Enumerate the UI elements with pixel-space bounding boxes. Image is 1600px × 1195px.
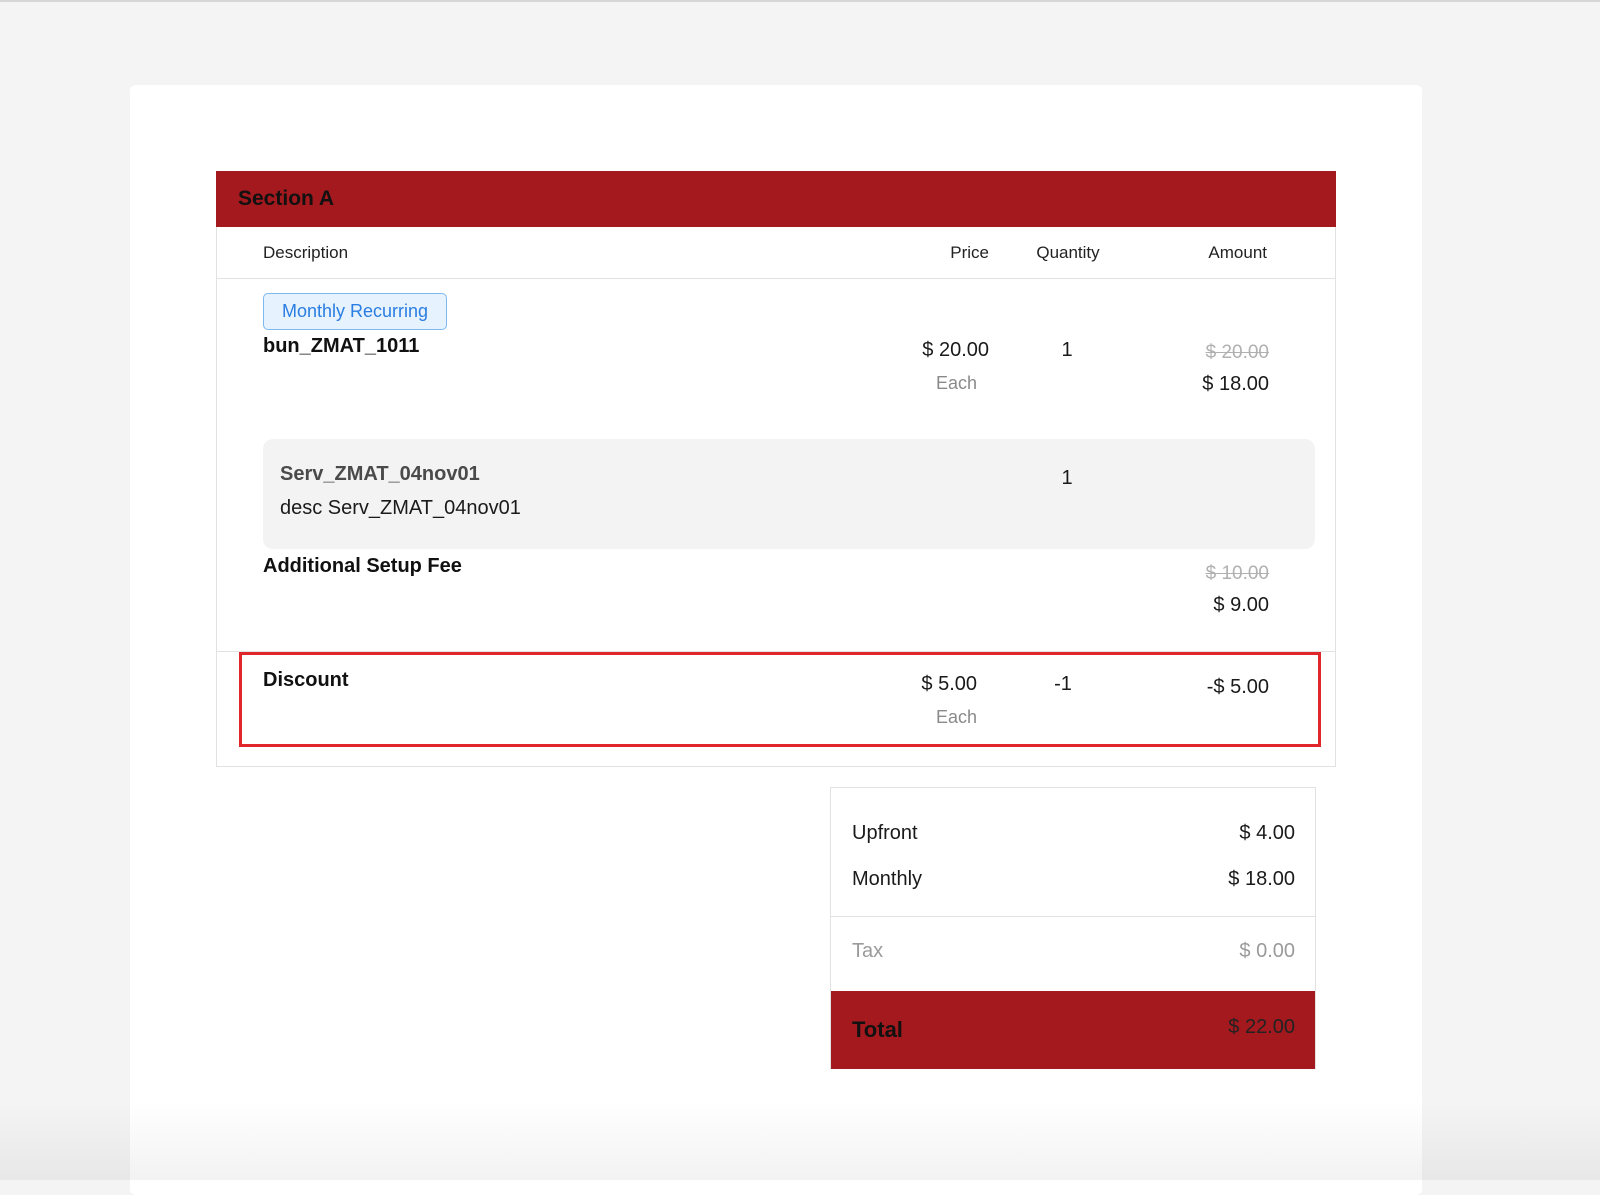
summary-divider — [831, 916, 1315, 917]
line-items-table: Description Price Quantity Amount Monthl… — [216, 227, 1336, 767]
discount-amount: -$ 5.00 — [1206, 676, 1269, 698]
monthly-value: $ 18.00 — [1228, 868, 1295, 890]
total-bar: Total $ 22.00 — [831, 991, 1315, 1069]
section-header: Section A — [216, 171, 1336, 227]
discount-price: $ 5.00 — [921, 673, 977, 695]
header-divider — [217, 278, 1335, 279]
column-header-quantity: Quantity — [1036, 243, 1100, 262]
column-header-amount: Amount — [1208, 243, 1267, 262]
upfront-value: $ 4.00 — [1239, 822, 1295, 844]
setup-fee-amount-original: $ 10.00 — [1205, 563, 1269, 584]
product-amount-original: $ 20.00 — [1205, 342, 1269, 363]
monthly-label: Monthly — [852, 868, 923, 890]
totals-summary: Upfront $ 4.00 Monthly $ 18.00 Tax $ 0.0… — [830, 787, 1316, 1069]
product-name: bun_ZMAT_1011 — [263, 335, 420, 357]
quote-card: Section A Description Price Quantity Amo… — [130, 85, 1422, 1195]
column-header-description: Description — [263, 243, 349, 262]
product-amount: $ 18.00 — [1202, 373, 1269, 395]
upfront-label: Upfront — [852, 822, 918, 844]
setup-fee-label: Additional Setup Fee — [263, 555, 462, 577]
total-value: $ 22.00 — [1228, 1016, 1295, 1038]
product-price-unit: Each — [935, 373, 977, 393]
top-border — [0, 0, 1600, 2]
product-price: $ 20.00 — [922, 339, 989, 361]
discount-label: Discount — [263, 669, 349, 691]
sub-item-description: desc Serv_ZMAT_04nov01 — [280, 497, 521, 519]
product-quantity: 1 — [1061, 339, 1073, 361]
monthly-recurring-badge: Monthly Recurring — [263, 293, 447, 330]
sub-item-name: Serv_ZMAT_04nov01 — [280, 463, 480, 485]
sub-item-quantity: 1 — [1061, 467, 1073, 489]
tax-value: $ 0.00 — [1239, 940, 1295, 962]
section-title: Section A — [238, 187, 335, 210]
discount-price-unit: Each — [935, 707, 977, 727]
bundle-sub-item: Serv_ZMAT_04nov01 desc Serv_ZMAT_04nov01… — [263, 439, 1315, 549]
tax-label: Tax — [852, 940, 884, 962]
discount-quantity: -1 — [1054, 673, 1072, 695]
badge-label: Monthly Recurring — [281, 301, 429, 321]
column-header-price: Price — [950, 243, 989, 262]
setup-fee-amount: $ 9.00 — [1213, 594, 1269, 616]
discount-row-highlight — [239, 652, 1321, 747]
total-label: Total — [852, 1017, 903, 1042]
